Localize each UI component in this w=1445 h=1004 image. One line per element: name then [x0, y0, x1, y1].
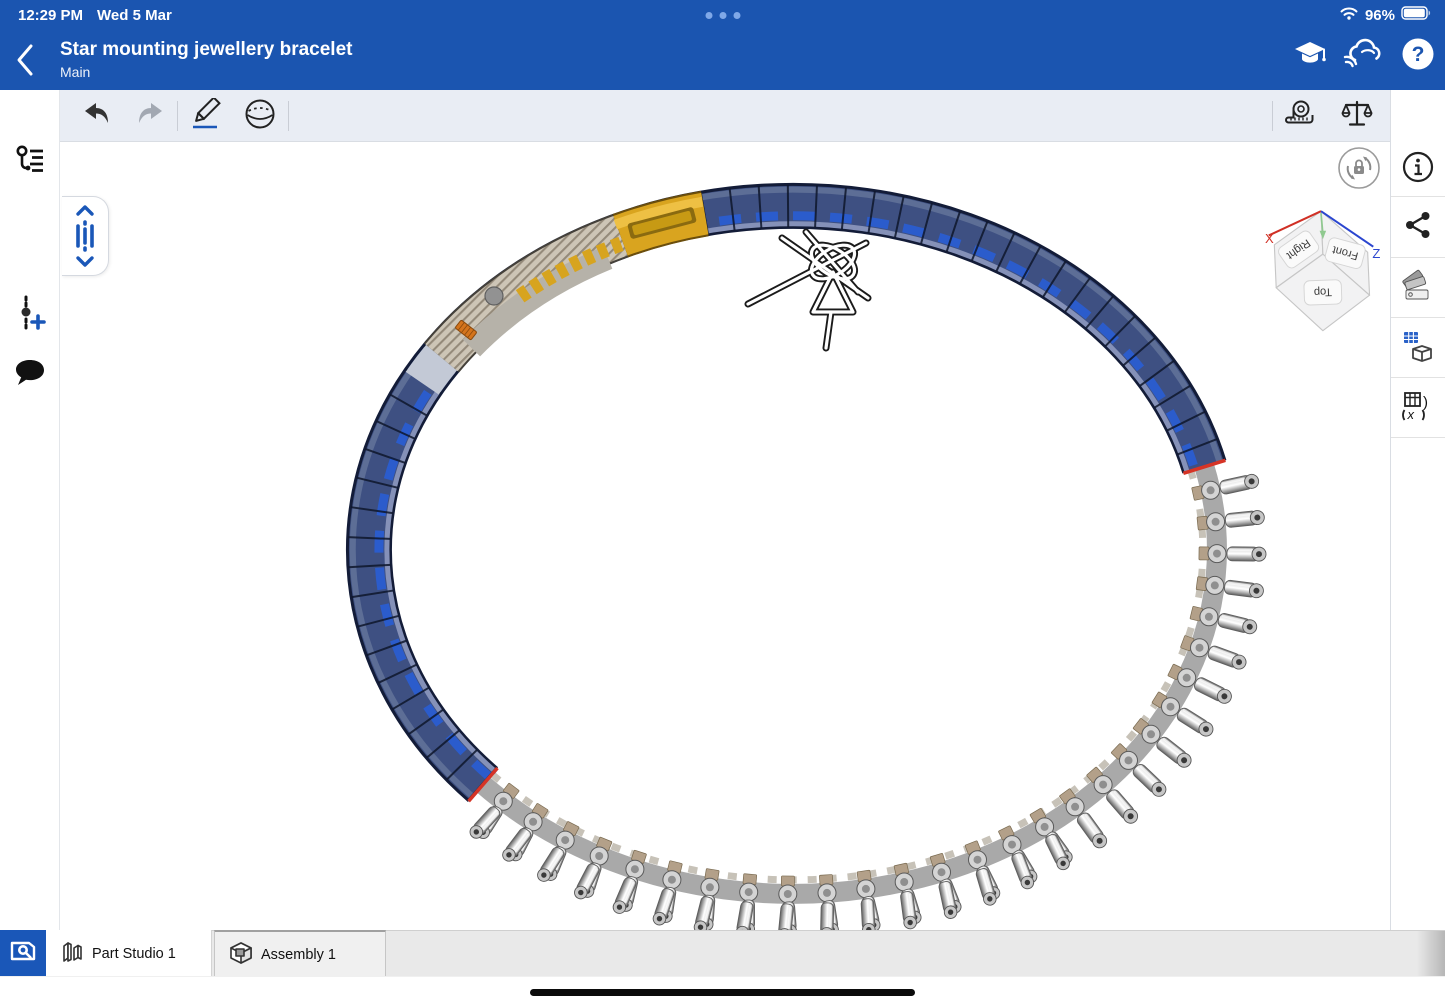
wifi-icon [1339, 5, 1359, 25]
measure-button[interactable] [1284, 98, 1320, 134]
help-button[interactable]: ? [1400, 38, 1436, 74]
insert-feature-button[interactable] [8, 293, 52, 337]
configurations-button[interactable]: x) [1396, 386, 1440, 430]
measure-tape-icon [1285, 99, 1319, 134]
band-gold-clasp [616, 202, 705, 240]
undo-button[interactable] [79, 98, 115, 134]
info-icon [1401, 150, 1435, 189]
rotation-lock-icon [1337, 146, 1381, 190]
svg-text:?: ? [1412, 43, 1425, 66]
graduation-cap-icon [1293, 39, 1327, 74]
view-cube[interactable]: Right Front Top X Z [1262, 200, 1380, 340]
sketch-button[interactable] [188, 98, 224, 134]
assembly-icon [229, 941, 253, 969]
svg-text:x: x [1407, 407, 1415, 422]
multitask-dots-icon [705, 12, 740, 19]
feature-list-button[interactable] [8, 141, 52, 185]
home-strip [0, 976, 1445, 1004]
status-time: 12:29 PM [18, 7, 83, 24]
redo-button[interactable] [132, 98, 168, 134]
prong-chain [467, 467, 1266, 930]
rollback-scrubber-icon [70, 204, 100, 268]
tab-part-studio-1[interactable]: Part Studio 1 [46, 930, 212, 977]
back-button[interactable] [14, 43, 44, 77]
modeling-toolbar [60, 90, 1390, 142]
rotation-lock-button[interactable] [1337, 146, 1381, 190]
right-sidebar: x) [1390, 90, 1445, 930]
learning-center-button[interactable] [1292, 38, 1328, 74]
sync-status-button[interactable] [1344, 38, 1380, 74]
comments-button[interactable] [8, 353, 52, 397]
rollback-scrubber[interactable] [62, 196, 109, 276]
battery-icon [1401, 6, 1431, 24]
sketch-glyph [748, 232, 868, 348]
band-cross-section [442, 236, 624, 358]
junction-markers [469, 460, 1226, 801]
battery-percent: 96% [1365, 7, 1395, 24]
insert-feature-icon [13, 294, 47, 337]
bracelet-model [61, 142, 1389, 930]
appearance-button[interactable] [1396, 266, 1440, 310]
document-tab-bar: Part Studio 1 Assembly 1 [0, 930, 1445, 976]
tab-label: Part Studio 1 [92, 946, 176, 962]
status-date: Wed 5 Mar [97, 7, 172, 24]
configurations-icon: x) [1401, 389, 1435, 428]
tab-search-icon [9, 939, 37, 968]
document-title: Star mounting jewellery bracelet [60, 37, 352, 63]
undo-icon [82, 101, 112, 132]
workspace-name: Main [60, 63, 352, 81]
part-studio-icon [60, 939, 84, 969]
share-icon [1403, 210, 1433, 245]
revolve-sphere-icon [244, 98, 276, 135]
svg-text:): ) [1423, 394, 1428, 411]
info-button[interactable] [1396, 147, 1440, 191]
sketch-pencil-icon [189, 98, 223, 135]
status-bar: 12:29 PM Wed 5 Mar 96% [0, 0, 1445, 30]
app-header: Star mounting jewellery bracelet Main ? [0, 30, 1445, 90]
view-cube-top-label[interactable]: Top [1314, 285, 1332, 298]
axis-x-label: X [1265, 231, 1274, 246]
left-sidebar [0, 90, 60, 930]
comment-icon [13, 358, 47, 393]
revolve-tool-button[interactable] [242, 98, 278, 134]
help-icon: ? [1401, 37, 1435, 76]
display-options-icon [1401, 329, 1435, 368]
tab-label: Assembly 1 [261, 947, 336, 963]
appearance-swatches-icon [1401, 269, 1435, 308]
tab-assembly-1[interactable]: Assembly 1 [214, 930, 386, 977]
axis-z-label: Z [1372, 246, 1380, 261]
model-viewport[interactable]: Right Front Top X Z [61, 142, 1389, 930]
display-options-button[interactable] [1396, 326, 1440, 370]
home-indicator[interactable] [530, 989, 915, 996]
sync-offline-icon [1342, 38, 1382, 75]
share-button[interactable] [1396, 205, 1440, 249]
feature-list-icon [13, 144, 47, 183]
redo-icon [135, 101, 165, 132]
mass-properties-button[interactable] [1339, 98, 1375, 134]
mass-properties-icon [1341, 99, 1373, 134]
tab-manager-button[interactable] [0, 930, 46, 977]
tabbar-edge-shadow [1417, 931, 1445, 977]
